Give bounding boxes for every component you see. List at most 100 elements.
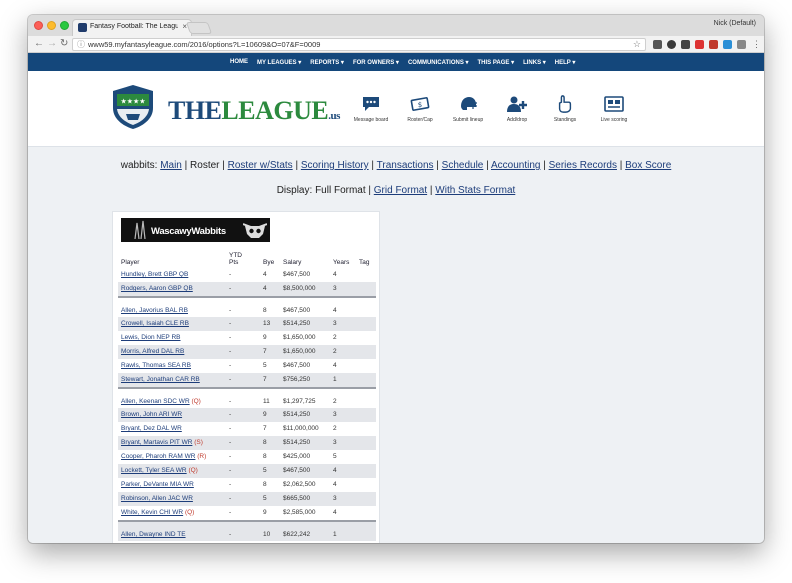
player-link[interactable]: Robinson, Allen JAC WR [121,495,193,502]
accounting-link[interactable]: Accounting [491,160,540,171]
nav-item[interactable]: COMMUNICATIONS ▾ [408,59,469,66]
player-ytd: - [226,296,260,317]
player-ytd: - [226,492,260,506]
extension-screen-icon[interactable] [681,40,690,49]
injury-status[interactable]: (S) [194,439,203,446]
scoring-history-link[interactable]: Scoring History [301,160,369,171]
player-link[interactable]: Stewart, Jonathan CAR RB [121,376,200,383]
extension-print-icon[interactable] [737,40,746,49]
col-years[interactable]: Years [330,251,356,268]
extension-pdf-icon[interactable] [709,40,718,49]
profile-name[interactable]: Nick (Default) [714,20,756,27]
nav-item[interactable]: THIS PAGE ▾ [478,59,515,66]
player-link[interactable]: Hundley, Brett GBP QB [121,271,188,278]
schedule-link[interactable]: Schedule [442,160,484,171]
player-link[interactable]: Cooper, Pharoh RAM WR [121,453,195,460]
new-tab-button[interactable] [185,22,213,34]
extension-pocket-icon[interactable] [667,40,676,49]
nav-item[interactable]: FOR OWNERS ▾ [353,59,399,66]
reload-icon[interactable]: ↻ [60,38,68,50]
player-bye: 8 [263,481,267,488]
roster-cap-link[interactable]: $ Roster/Cap [398,95,442,123]
table-row: Eifert, Tyler CIN TE (Q)-9$1,297,7252 [118,541,376,543]
injury-status[interactable]: (Q) [188,467,197,474]
col-salary[interactable]: Salary [280,251,330,268]
back-icon[interactable]: ← [34,38,44,50]
roster-panel: WascawyWabbits Player YTD Pts Bye Salary … [112,211,380,543]
col-ytd-pts[interactable]: YTD Pts [226,251,260,268]
col-player[interactable]: Player [118,251,226,268]
col-tag[interactable]: Tag [356,251,376,268]
player-link[interactable]: White, Kevin CHI WR [121,509,183,516]
extension-calendar-icon[interactable] [695,40,704,49]
address-bar[interactable]: ⓘ www59.myfantasyleague.com/2016/options… [72,38,646,51]
skull-icon [243,223,267,238]
nav-item[interactable]: REPORTS ▾ [310,59,344,66]
player-link[interactable]: Brown, John ARI WR [121,411,182,418]
player-cell: Morris, Alfred DAL RB [118,345,226,359]
player-link[interactable]: Morris, Alfred DAL RB [121,348,184,355]
standings-link[interactable]: Standings [543,95,587,123]
message-board-link[interactable]: Message board [349,95,393,123]
player-link[interactable]: Parker, DeVante MIA WR [121,481,194,488]
main-link[interactable]: Main [160,160,182,171]
injury-status[interactable]: (Q) [191,398,200,405]
player-ytd: - [226,345,260,359]
player-tag [356,268,376,282]
live-scoring-link[interactable]: Live scoring [592,95,636,123]
player-link[interactable]: Lockett, Tyler SEA WR [121,467,187,474]
submit-lineup-link[interactable]: Submit lineup [446,95,490,123]
box-score-link[interactable]: Box Score [625,160,671,171]
player-link[interactable]: Rodgers, Aaron GBP QB [121,285,193,292]
nav-item[interactable]: HELP ▾ [555,59,576,66]
player-ytd: - [226,408,260,422]
player-salary: $1,297,725 [280,387,330,408]
player-cell: Cooper, Pharoh RAM WR (R) [118,450,226,464]
browser-tab[interactable]: Fantasy Football: The League × [72,19,192,36]
injury-status[interactable]: (Q) [185,509,194,516]
player-tag [356,436,376,450]
player-link[interactable]: Bryant, Dez DAL WR [121,425,182,432]
grid-format-link[interactable]: Grid Format [374,185,427,196]
minimize-window-button[interactable] [47,21,56,30]
player-ytd: - [229,425,232,432]
nav-item[interactable]: HOME [230,59,248,65]
transactions-link[interactable]: Transactions [377,160,434,171]
player-link[interactable]: Lewis, Dion NEP RB [121,334,181,341]
info-icon[interactable]: ⓘ [77,39,85,50]
extension-mail-icon[interactable] [653,40,662,49]
player-link[interactable]: Bryant, Martavis PIT WR [121,439,192,446]
player-ytd: - [226,520,260,541]
player-cell: Stewart, Jonathan CAR RB [118,373,226,388]
nav-item[interactable]: LINKS ▾ [523,59,546,66]
injury-status[interactable]: (R) [197,453,206,460]
player-link[interactable]: Rawls, Thomas SEA RB [121,362,191,369]
add-drop-link[interactable]: Add/drop [495,95,539,123]
league-wordmark[interactable]: THELEAGUE.us [168,96,340,126]
series-records-link[interactable]: Series Records [549,160,617,171]
bookmark-star-icon[interactable]: ☆ [633,39,641,50]
extension-translate-icon[interactable] [723,40,732,49]
player-salary: $1,650,000 [283,334,316,341]
table-row: White, Kevin CHI WR (Q) -9 $2,585,000 4 [118,506,376,521]
player-tag [356,317,376,331]
player-cell: Rawls, Thomas SEA RB [118,359,226,373]
player-link[interactable]: Allen, Javorius BAL RB [121,307,188,314]
address-url[interactable]: www59.myfantasyleague.com/2016/options?L… [88,40,320,49]
zoom-window-button[interactable] [60,21,69,30]
close-window-button[interactable] [34,21,43,30]
title-bar: Fantasy Football: The League × Nick (Def… [28,15,764,36]
player-tag [356,345,376,359]
col-bye[interactable]: Bye [260,251,280,268]
league-shield-logo-icon[interactable]: ★★★★ [112,84,154,130]
menu-icon[interactable]: ⋮ [752,38,761,50]
forward-icon[interactable]: → [47,38,57,50]
player-link[interactable]: Allen, Dwayne IND TE [121,531,186,538]
player-bye: 5 [263,362,267,369]
player-ytd: - [226,317,260,331]
roster-stats-link[interactable]: Roster w/Stats [228,160,293,171]
stats-format-link[interactable]: With Stats Format [435,185,515,196]
nav-item[interactable]: MY LEAGUES ▾ [257,59,301,66]
player-link[interactable]: Crowell, Isaiah CLE RB [121,320,189,327]
player-link[interactable]: Allen, Keenan SDC WR [121,398,190,405]
